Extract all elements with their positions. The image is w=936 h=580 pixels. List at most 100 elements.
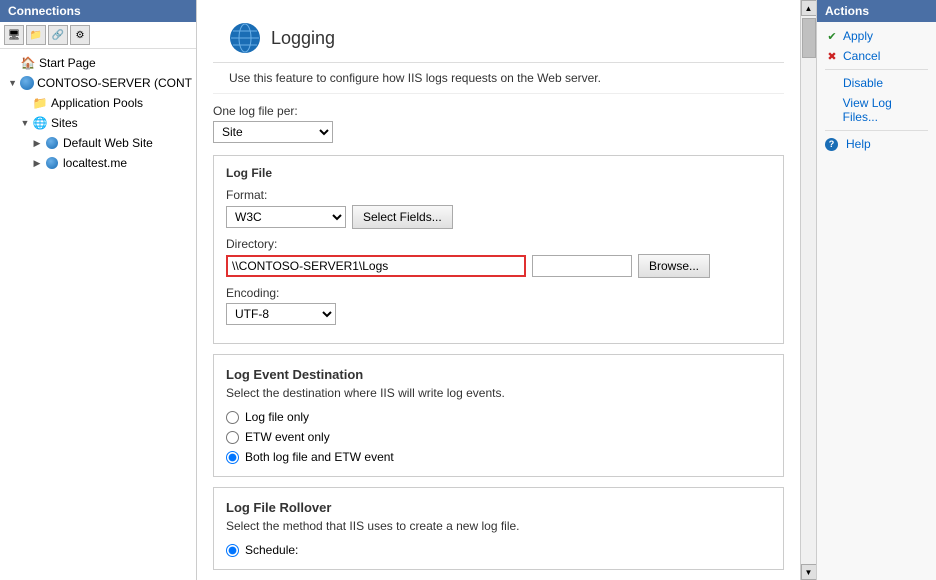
help-action[interactable]: ? Help bbox=[817, 134, 936, 154]
sidebar-item-app-pools[interactable]: 📁 Application Pools bbox=[0, 93, 196, 113]
help-icon: ? bbox=[825, 138, 838, 151]
one-log-file-row: Site Server bbox=[213, 121, 784, 143]
sidebar-item-sites[interactable]: ▼ 🌐 Sites bbox=[0, 113, 196, 133]
sidebar-item-default-web[interactable]: ▶ Default Web Site bbox=[0, 133, 196, 153]
cancel-action[interactable]: ✖ Cancel bbox=[817, 46, 936, 66]
globe-small-icon bbox=[44, 135, 60, 151]
sidebar-item-label: Default Web Site bbox=[63, 136, 153, 150]
one-log-file-label: One log file per: bbox=[213, 104, 784, 118]
disable-icon bbox=[825, 76, 839, 90]
one-log-file-section: One log file per: Site Server bbox=[213, 104, 784, 143]
apply-label: Apply bbox=[843, 29, 873, 43]
action-separator bbox=[825, 69, 928, 70]
action-separator-2 bbox=[825, 130, 928, 131]
encoding-select[interactable]: UTF-8 ANSI bbox=[226, 303, 336, 325]
log-rollover-section: Log File Rollover Select the method that… bbox=[213, 487, 784, 570]
toolbar-btn-1[interactable]: 🖥 bbox=[4, 25, 24, 45]
logging-icon bbox=[229, 22, 261, 54]
expand-icon: ▼ bbox=[8, 78, 17, 88]
radio-etw-label: ETW event only bbox=[245, 430, 330, 444]
sidebar-header: Connections bbox=[0, 0, 196, 22]
log-event-desc: Select the destination where IIS will wr… bbox=[226, 386, 771, 400]
scroll-up-btn[interactable]: ▲ bbox=[801, 0, 817, 16]
vertical-scrollbar[interactable]: ▲ ▼ bbox=[800, 0, 816, 580]
log-file-section: Log File Format: W3C IIS NCSA Custom Sel… bbox=[213, 155, 784, 344]
panel-description: Use this feature to configure how IIS lo… bbox=[213, 63, 784, 94]
panel-header: Logging bbox=[213, 10, 784, 63]
expand-icon: ▼ bbox=[20, 118, 30, 128]
server-globe-icon bbox=[19, 75, 34, 91]
scroll-down-btn[interactable]: ▼ bbox=[801, 564, 817, 580]
sidebar-item-localtest[interactable]: ▶ localtest.me bbox=[0, 153, 196, 173]
sidebar-toolbar: 🖥 📁 🔗 ⚙ bbox=[0, 22, 196, 49]
disable-action[interactable]: Disable bbox=[817, 73, 936, 93]
radio-log-file-input[interactable] bbox=[226, 411, 239, 424]
toolbar-btn-3[interactable]: 🔗 bbox=[48, 25, 68, 45]
log-rollover-desc: Select the method that IIS uses to creat… bbox=[226, 519, 771, 533]
expand-icon: ▶ bbox=[32, 158, 42, 168]
cancel-x-icon: ✖ bbox=[825, 49, 839, 63]
directory-row: Browse... bbox=[226, 254, 771, 278]
one-log-file-select[interactable]: Site Server bbox=[213, 121, 333, 143]
log-file-title: Log File bbox=[226, 166, 771, 180]
log-event-radio-group: Log file only ETW event only Both log fi… bbox=[226, 410, 771, 464]
page-icon: 🏠 bbox=[20, 55, 36, 71]
directory-extra-input[interactable] bbox=[532, 255, 632, 277]
radio-schedule-input[interactable] bbox=[226, 544, 239, 557]
radio-both-label: Both log file and ETW event bbox=[245, 450, 394, 464]
main-panel: Logging Use this feature to configure ho… bbox=[197, 0, 816, 580]
apply-action[interactable]: ✔ Apply bbox=[817, 26, 936, 46]
folder-icon: 📁 bbox=[32, 95, 48, 111]
actions-panel: Actions ✔ Apply ✖ Cancel Disable View Lo… bbox=[816, 0, 936, 580]
encoding-row: UTF-8 ANSI bbox=[226, 303, 771, 325]
disable-label: Disable bbox=[843, 76, 883, 90]
sidebar: Connections 🖥 📁 🔗 ⚙ 🏠 Start Page ▼ CONTO… bbox=[0, 0, 197, 580]
toolbar-btn-2[interactable]: 📁 bbox=[26, 25, 46, 45]
radio-etw[interactable]: ETW event only bbox=[226, 430, 771, 444]
radio-schedule[interactable]: Schedule: bbox=[226, 543, 771, 557]
help-label: Help bbox=[846, 137, 871, 151]
directory-input[interactable] bbox=[226, 255, 526, 277]
view-log-icon bbox=[825, 103, 839, 117]
log-event-section: Log Event Destination Select the destina… bbox=[213, 354, 784, 477]
log-rollover-title: Log File Rollover bbox=[226, 500, 771, 515]
scroll-thumb[interactable] bbox=[802, 18, 816, 58]
view-log-files-action[interactable]: View Log Files... bbox=[817, 93, 936, 127]
radio-both[interactable]: Both log file and ETW event bbox=[226, 450, 771, 464]
format-label: Format: bbox=[226, 188, 771, 202]
radio-etw-input[interactable] bbox=[226, 431, 239, 444]
radio-schedule-label: Schedule: bbox=[245, 543, 298, 557]
radio-log-file[interactable]: Log file only bbox=[226, 410, 771, 424]
actions-header: Actions bbox=[817, 0, 936, 22]
expand-icon bbox=[20, 98, 30, 108]
log-event-title: Log Event Destination bbox=[226, 367, 771, 382]
radio-both-input[interactable] bbox=[226, 451, 239, 464]
panel-title: Logging bbox=[271, 28, 335, 49]
sidebar-item-contoso-server[interactable]: ▼ CONTOSO-SERVER (CONT bbox=[0, 73, 196, 93]
expand-icon: ▶ bbox=[32, 138, 42, 148]
content-area: Logging Use this feature to configure ho… bbox=[197, 0, 816, 580]
select-fields-button[interactable]: Select Fields... bbox=[352, 205, 453, 229]
sidebar-item-label: Start Page bbox=[39, 56, 96, 70]
directory-label: Directory: bbox=[226, 237, 771, 251]
scroll-container: Logging Use this feature to configure ho… bbox=[197, 0, 816, 580]
sidebar-item-label: Application Pools bbox=[51, 96, 143, 110]
expand-icon bbox=[8, 58, 18, 68]
radio-log-file-label: Log file only bbox=[245, 410, 309, 424]
view-log-files-label: View Log Files... bbox=[843, 96, 928, 124]
cancel-label: Cancel bbox=[843, 49, 880, 63]
connection-tree: 🏠 Start Page ▼ CONTOSO-SERVER (CONT 📁 Ap… bbox=[0, 49, 196, 580]
toolbar-btn-4[interactable]: ⚙ bbox=[70, 25, 90, 45]
sidebar-item-label: CONTOSO-SERVER (CONT bbox=[37, 76, 192, 90]
format-select[interactable]: W3C IIS NCSA Custom bbox=[226, 206, 346, 228]
sites-icon: 🌐 bbox=[32, 115, 48, 131]
format-row: W3C IIS NCSA Custom Select Fields... bbox=[226, 205, 771, 229]
browse-button[interactable]: Browse... bbox=[638, 254, 710, 278]
encoding-label: Encoding: bbox=[226, 286, 771, 300]
sidebar-item-label: localtest.me bbox=[63, 156, 127, 170]
apply-check-icon: ✔ bbox=[825, 29, 839, 43]
sidebar-item-start-page[interactable]: 🏠 Start Page bbox=[0, 53, 196, 73]
sidebar-item-label: Sites bbox=[51, 116, 78, 130]
globe-small2-icon bbox=[44, 155, 60, 171]
actions-list: ✔ Apply ✖ Cancel Disable View Log Files.… bbox=[817, 22, 936, 158]
